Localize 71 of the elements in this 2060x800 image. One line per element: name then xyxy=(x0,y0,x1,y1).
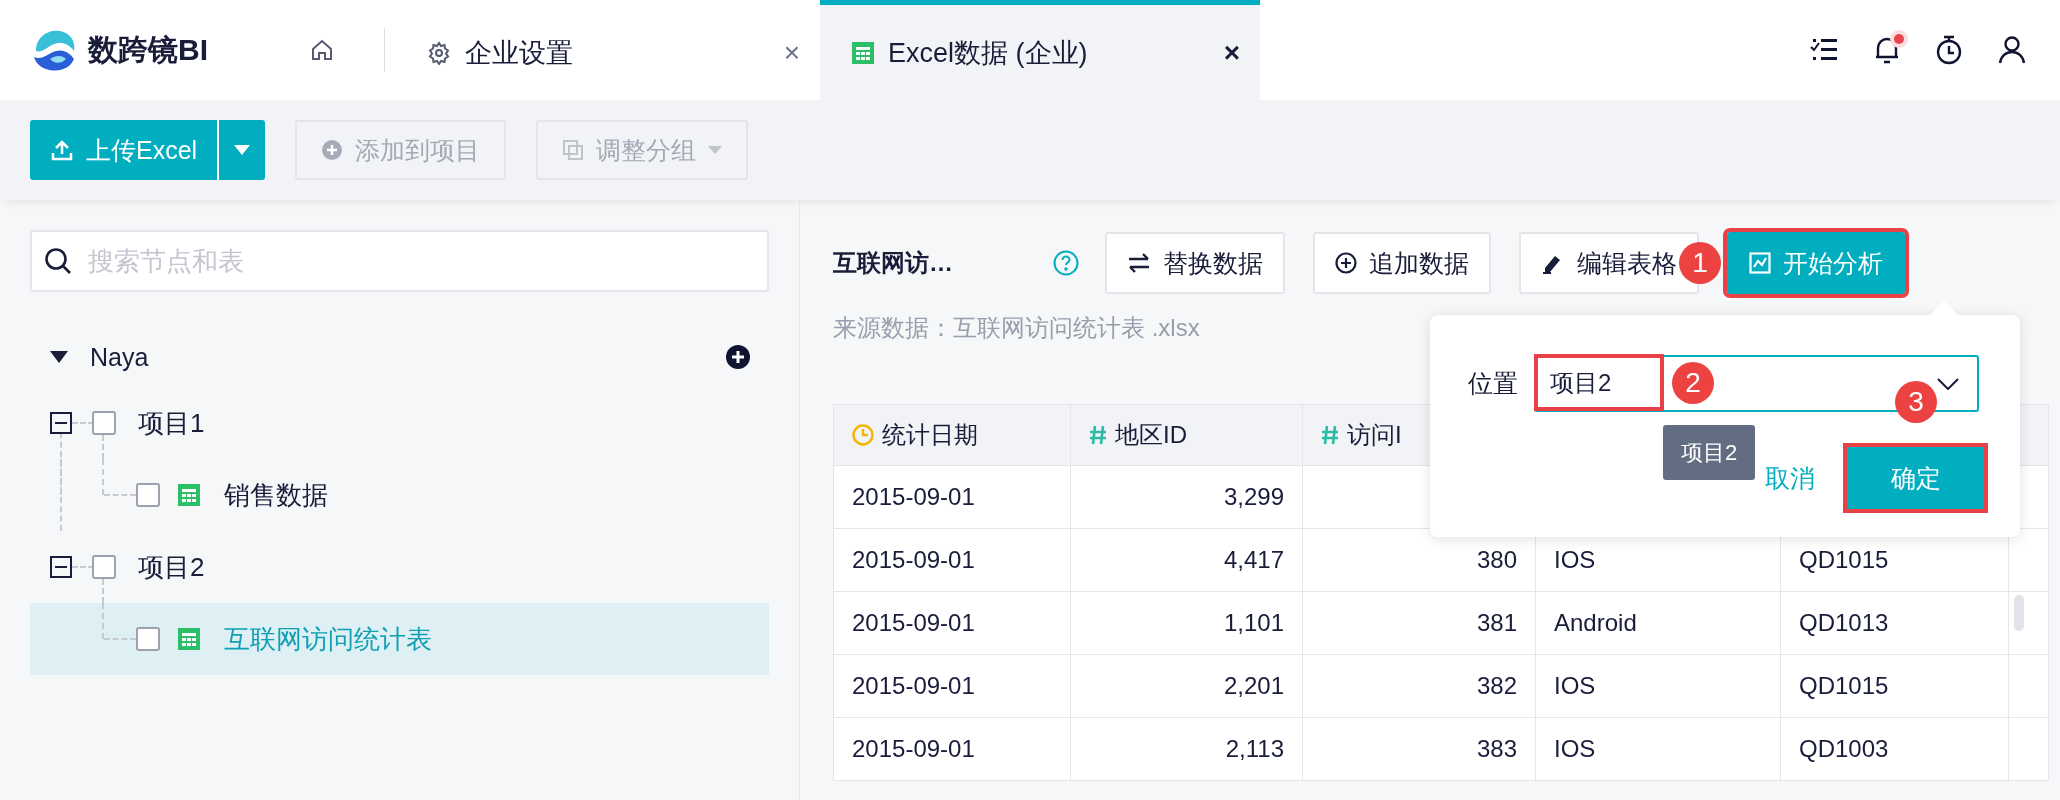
tree-row[interactable]: 销售数据 xyxy=(30,459,769,531)
chart-icon xyxy=(1749,252,1771,274)
tree-root-label[interactable]: Naya xyxy=(90,342,149,372)
search-field[interactable]: 搜索节点和表 xyxy=(30,230,769,292)
caret-icon xyxy=(234,145,251,155)
plus-circle-icon xyxy=(1335,252,1357,274)
chevron-down-icon xyxy=(1937,377,1959,390)
field-label: 位置 xyxy=(1468,368,1518,399)
tree-item-label[interactable]: 销售数据 xyxy=(224,477,328,513)
table-cell: QD1003 xyxy=(1780,717,2009,781)
table-cell: 382 xyxy=(1302,654,1536,718)
spreadsheet-icon xyxy=(178,628,200,650)
caret-icon[interactable] xyxy=(50,351,68,363)
checklist-icon[interactable] xyxy=(1810,38,1838,62)
table-cell: 381 xyxy=(1302,591,1536,655)
clock-icon xyxy=(852,424,874,446)
table-cell: QD1013 xyxy=(1780,591,2009,655)
step-number-badge: 1 xyxy=(1679,242,1721,284)
stopwatch-icon[interactable] xyxy=(1936,35,1962,65)
table-cell: 2015-09-01 xyxy=(833,528,1071,592)
table-cell: IOS xyxy=(1535,717,1781,781)
tree-item-label[interactable]: 项目1 xyxy=(138,405,205,441)
spreadsheet-icon xyxy=(852,41,874,64)
gear-icon xyxy=(427,40,451,65)
logo-text: 数跨镜BI xyxy=(88,31,208,68)
tooltip: 项目2 xyxy=(1663,425,1756,480)
table-cell: 4,417 xyxy=(1070,528,1303,592)
source-file-text: 来源数据：互联网访问统计表 .xlsx xyxy=(833,313,1201,343)
table-cell: QD1015 xyxy=(1780,654,2009,718)
table-cell: 2,201 xyxy=(1070,654,1303,718)
collapse-toggle[interactable] xyxy=(50,412,72,434)
table-cell: 2015-09-01 xyxy=(833,717,1071,781)
close-icon[interactable]: × xyxy=(1223,36,1240,69)
table-cell: 383 xyxy=(1302,717,1536,781)
table-cell: 3,299 xyxy=(1070,465,1303,529)
home-icon[interactable] xyxy=(310,38,334,62)
table-cell: 2015-09-01 xyxy=(833,654,1071,718)
action-button[interactable]: 追加数据 xyxy=(1313,232,1491,294)
table-cell: 1,101 xyxy=(1070,591,1303,655)
table-cell: IOS xyxy=(1535,654,1781,718)
checkbox[interactable] xyxy=(136,483,160,507)
table-title: 互联网访… xyxy=(833,248,954,278)
tab[interactable]: Excel数据 (企业) × xyxy=(820,0,1260,100)
column-header[interactable]: 统计日期 xyxy=(833,404,1071,466)
hash-icon xyxy=(1321,425,1339,445)
close-icon[interactable]: × xyxy=(783,36,800,69)
dropdown-caret-button[interactable] xyxy=(217,120,266,180)
tree-item-label[interactable]: 项目2 xyxy=(138,549,205,585)
table-cell: 2015-09-01 xyxy=(833,465,1071,529)
add-icon[interactable] xyxy=(725,344,751,370)
copy-icon xyxy=(562,139,585,161)
checkbox[interactable] xyxy=(92,555,116,579)
plus-circle-icon xyxy=(321,139,344,161)
table-cell: 2,113 xyxy=(1070,717,1303,781)
table-cell: 380 xyxy=(1302,528,1536,592)
tab[interactable]: 企业设置 × xyxy=(415,0,820,100)
user-icon[interactable] xyxy=(1998,36,2026,64)
checkbox[interactable] xyxy=(136,627,160,651)
swap-arrows-icon xyxy=(1127,253,1151,273)
checkbox[interactable] xyxy=(92,411,116,435)
scrollbar-thumb[interactable] xyxy=(2014,595,2024,631)
upload-icon xyxy=(50,138,74,162)
column-header[interactable]: 地区ID xyxy=(1070,404,1303,466)
hash-icon xyxy=(1089,425,1107,445)
step-number-badge: 2 xyxy=(1672,362,1714,404)
table-cell: 2015-09-01 xyxy=(833,591,1071,655)
action-button[interactable]: 替换数据 xyxy=(1105,232,1285,294)
spreadsheet-icon xyxy=(178,484,200,506)
table-cell: Android xyxy=(1535,591,1781,655)
collapse-toggle[interactable] xyxy=(50,556,72,578)
caret-icon xyxy=(708,146,723,154)
